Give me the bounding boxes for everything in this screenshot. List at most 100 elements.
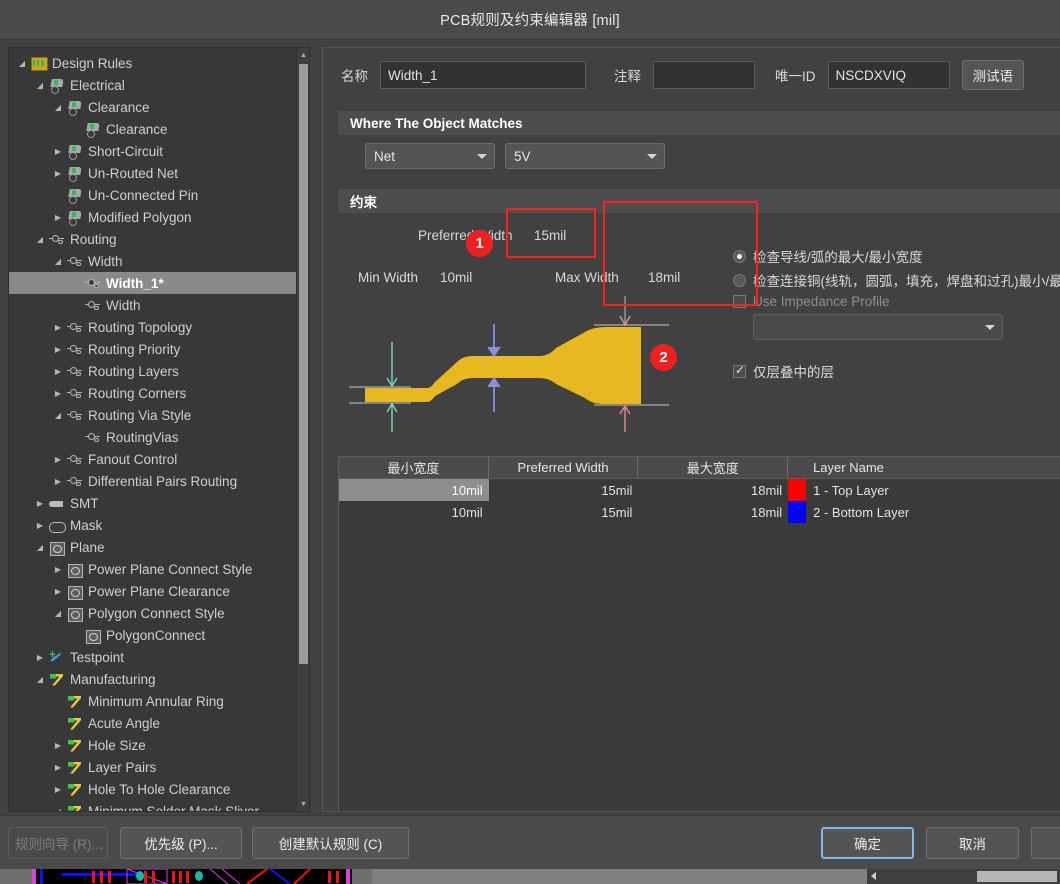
tree-item-routing-priority[interactable]: Routing Priority — [9, 338, 297, 360]
tree-item-hole-size[interactable]: Hole Size — [9, 734, 297, 756]
table-header-cell[interactable]: 最小宽度 — [339, 457, 489, 478]
secondary-scrollbar[interactable] — [867, 869, 1060, 884]
tree-item-minimum-solder-mask-sliver[interactable]: Minimum Solder Mask Sliver — [9, 800, 297, 812]
tree-item-modified-polygon[interactable]: Modified Polygon — [9, 206, 297, 228]
tree-item-electrical[interactable]: Electrical — [9, 74, 297, 96]
test-query-button[interactable]: 测试语 — [961, 60, 1024, 90]
tree-item-hole-to-hole-clearance[interactable]: Hole To Hole Clearance — [9, 778, 297, 800]
expand-arrow-icon[interactable] — [51, 785, 65, 794]
collapse-arrow-icon[interactable] — [51, 807, 65, 812]
tree-item-routing-layers[interactable]: Routing Layers — [9, 360, 297, 382]
collapse-arrow-icon[interactable] — [15, 59, 29, 68]
tree-item-width-1[interactable]: Width_1* — [9, 272, 297, 294]
tree-item-width[interactable]: Width — [9, 294, 297, 316]
cell-preferred[interactable]: 15mil — [489, 479, 639, 501]
expand-arrow-icon[interactable] — [51, 763, 65, 772]
expand-arrow-icon[interactable] — [51, 565, 65, 574]
tree-item-testpoint[interactable]: +Testpoint — [9, 646, 297, 668]
max-width-value[interactable]: 18mil — [648, 270, 680, 285]
cell-min[interactable]: 10mil — [339, 479, 489, 501]
collapse-arrow-icon[interactable] — [33, 543, 47, 552]
cell-layer-name[interactable]: 2 - Bottom Layer — [806, 501, 1060, 523]
collapse-arrow-icon[interactable] — [33, 81, 47, 90]
collapse-arrow-icon[interactable] — [51, 609, 65, 618]
table-header-cell[interactable]: Preferred Width — [489, 457, 639, 478]
apply-button[interactable] — [1031, 827, 1060, 859]
cancel-button[interactable]: 取消 — [926, 827, 1019, 859]
expand-arrow-icon[interactable] — [51, 741, 65, 750]
table-header-cell[interactable]: 最大宽度 — [638, 457, 789, 478]
cell-min[interactable]: 10mil — [339, 501, 489, 523]
expand-arrow-icon[interactable] — [51, 147, 65, 156]
tree-item-routing[interactable]: Routing — [9, 228, 297, 250]
table-row[interactable]: 10mil 15mil 18mil 2 - Bottom Layer — [339, 501, 1060, 523]
ok-button[interactable]: 确定 — [821, 827, 914, 859]
min-width-value[interactable]: 10mil — [440, 270, 472, 285]
cell-layer-name[interactable]: 1 - Top Layer — [806, 479, 1060, 501]
tree-item-clearance[interactable]: Clearance — [9, 96, 297, 118]
tree-vertical-scrollbar[interactable]: ▲ ▼ — [296, 48, 309, 811]
collapse-arrow-icon[interactable] — [33, 675, 47, 684]
scroll-down-icon[interactable]: ▼ — [297, 797, 309, 811]
rule-name-input[interactable] — [380, 61, 586, 89]
preferred-width-value[interactable]: 15mil — [534, 228, 566, 243]
tree-item-minimum-annular-ring[interactable]: Minimum Annular Ring — [9, 690, 297, 712]
collapse-arrow-icon[interactable] — [51, 103, 65, 112]
tree-item-routing-topology[interactable]: Routing Topology — [9, 316, 297, 338]
scroll-left-icon[interactable] — [871, 872, 876, 880]
scrollbar-thumb-horizontal[interactable] — [977, 871, 1057, 882]
use-impedance-profile-checkbox[interactable]: Use Impedance Profile — [733, 294, 890, 309]
tree-item-fanout-control[interactable]: Fanout Control — [9, 448, 297, 470]
expand-arrow-icon[interactable] — [51, 213, 65, 222]
tree-item-polygonconnect[interactable]: PolygonConnect — [9, 624, 297, 646]
create-default-rules-button[interactable]: 创建默认规则 (C) — [252, 827, 409, 859]
tree-item-clearance[interactable]: Clearance — [9, 118, 297, 140]
expand-arrow-icon[interactable] — [33, 653, 47, 662]
tree-item-differential-pairs-routing[interactable]: Differential Pairs Routing — [9, 470, 297, 492]
expand-arrow-icon[interactable] — [33, 521, 47, 530]
cell-max[interactable]: 18mil — [638, 501, 788, 523]
rule-comment-input[interactable] — [653, 61, 755, 89]
table-row[interactable]: 10mil 15mil 18mil 1 - Top Layer — [339, 479, 1060, 501]
layers-in-stack-only-checkbox[interactable]: 仅层叠中的层 — [733, 361, 834, 381]
canvas-horizontal-scrollbar[interactable] — [372, 869, 867, 884]
tree-item-width[interactable]: Width — [9, 250, 297, 272]
expand-arrow-icon[interactable] — [51, 477, 65, 486]
tree-item-polygon-connect-style[interactable]: Polygon Connect Style — [9, 602, 297, 624]
cell-preferred[interactable]: 15mil — [489, 501, 639, 523]
collapse-arrow-icon[interactable] — [51, 411, 65, 420]
tree-item-manufacturing[interactable]: Manufacturing — [9, 668, 297, 690]
scope-value-dropdown[interactable]: 5V — [505, 143, 665, 169]
expand-arrow-icon[interactable] — [51, 455, 65, 464]
tree-item-smt[interactable]: SMT — [9, 492, 297, 514]
radio-check-connected-copper[interactable]: 检查连接铜(线轨，圆弧，填充，焊盘和过孔)最小/最 — [733, 270, 1060, 290]
expand-arrow-icon[interactable] — [51, 169, 65, 178]
priority-button[interactable]: 优先级 (P)... — [120, 827, 242, 859]
collapse-arrow-icon[interactable] — [33, 235, 47, 244]
tree-item-short-circuit[interactable]: Short-Circuit — [9, 140, 297, 162]
expand-arrow-icon[interactable] — [33, 499, 47, 508]
collapse-arrow-icon[interactable] — [51, 257, 65, 266]
scrollbar-thumb[interactable] — [299, 64, 308, 664]
tree-item-design-rules[interactable]: Design Rules — [9, 52, 297, 74]
impedance-profile-dropdown[interactable] — [753, 314, 1003, 340]
tree-item-routing-corners[interactable]: Routing Corners — [9, 382, 297, 404]
table-header-cell[interactable]: Layer Name — [806, 457, 1060, 478]
tree-item-mask[interactable]: Mask — [9, 514, 297, 536]
tree-item-plane[interactable]: Plane — [9, 536, 297, 558]
tree-item-un-connected-pin[interactable]: Un-Connected Pin — [9, 184, 297, 206]
expand-arrow-icon[interactable] — [51, 389, 65, 398]
expand-arrow-icon[interactable] — [51, 367, 65, 376]
expand-arrow-icon[interactable] — [51, 587, 65, 596]
tree-item-routing-via-style[interactable]: Routing Via Style — [9, 404, 297, 426]
tree-item-acute-angle[interactable]: Acute Angle — [9, 712, 297, 734]
cell-max[interactable]: 18mil — [638, 479, 788, 501]
tree-item-un-routed-net[interactable]: Un-Routed Net — [9, 162, 297, 184]
tree-item-routingvias[interactable]: RoutingVias — [9, 426, 297, 448]
scroll-up-icon[interactable]: ▲ — [297, 48, 309, 62]
rule-uid-input[interactable] — [827, 61, 950, 89]
expand-arrow-icon[interactable] — [51, 345, 65, 354]
expand-arrow-icon[interactable] — [51, 323, 65, 332]
tree-item-power-plane-connect-style[interactable]: Power Plane Connect Style — [9, 558, 297, 580]
tree-item-layer-pairs[interactable]: Layer Pairs — [9, 756, 297, 778]
